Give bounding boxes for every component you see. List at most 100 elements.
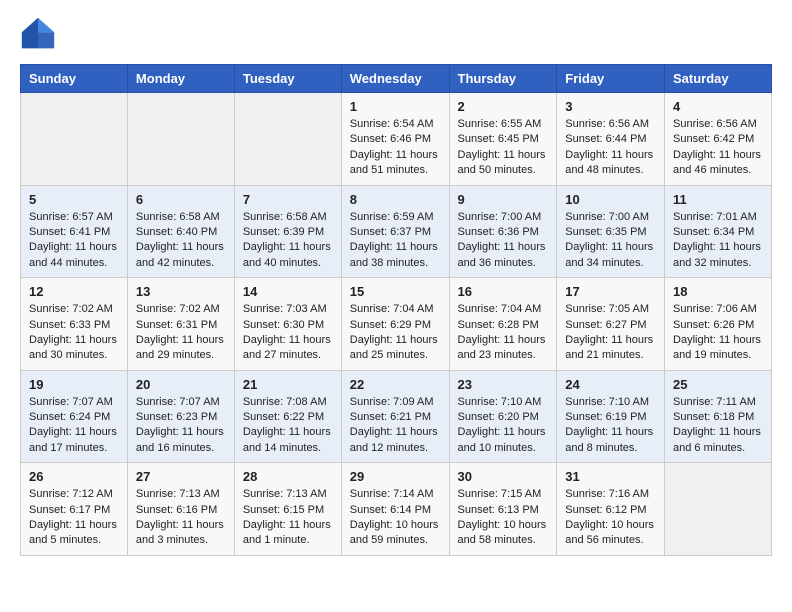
calendar-cell: 15 Sunrise: 7:04 AM Sunset: 6:29 PM Dayli… xyxy=(341,278,449,371)
day-number: 15 xyxy=(350,284,441,299)
calendar-header: Sunday Monday Tuesday Wednesday Thursday… xyxy=(21,65,772,93)
logo xyxy=(20,16,60,52)
calendar-week-row: 26 Sunrise: 7:12 AM Sunset: 6:17 PM Dayli… xyxy=(21,463,772,556)
calendar-cell: 4Sunrise: 6:56 AM Sunset: 6:42 PM Daylig… xyxy=(665,93,772,186)
day-info: Sunrise: 7:07 AM Sunset: 6:24 PM Dayligh… xyxy=(29,395,119,457)
day-number: 4 xyxy=(673,99,763,114)
calendar-cell: 17Sunrise: 7:05 AM Sunset: 6:27 PM Dayli… xyxy=(557,278,665,371)
col-friday: Friday xyxy=(557,65,665,93)
calendar-cell xyxy=(127,93,234,186)
day-number: 30 xyxy=(458,469,549,484)
day-info: Sunrise: 7:14 AM Sunset: 6:14 PM Dayligh… xyxy=(350,487,441,549)
day-info: Sunrise: 6:55 AM Sunset: 6:45 PM Dayligh… xyxy=(458,117,549,179)
day-info: Sunrise: 6:57 AM Sunset: 6:41 PM Dayligh… xyxy=(29,210,119,272)
day-number: 21 xyxy=(243,377,333,392)
calendar-cell: 18Sunrise: 7:06 AM Sunset: 6:26 PM Dayli… xyxy=(665,278,772,371)
page-container: Sunday Monday Tuesday Wednesday Thursday… xyxy=(0,0,792,572)
calendar-cell: 14 Sunrise: 7:03 AM Sunset: 6:30 PM Dayli… xyxy=(234,278,341,371)
day-number: 18 xyxy=(673,284,763,299)
calendar-week-row: 1 Sunrise: 6:54 AM Sunset: 6:46 PM Daylig… xyxy=(21,93,772,186)
day-number: 20 xyxy=(136,377,226,392)
day-number: 5 xyxy=(29,192,119,207)
calendar-cell: 25 Sunrise: 7:11 AM Sunset: 6:18 PM Dayli… xyxy=(665,370,772,463)
day-number: 22 xyxy=(350,377,441,392)
calendar-cell: 10Sunrise: 7:00 AM Sunset: 6:35 PM Dayli… xyxy=(557,185,665,278)
calendar-cell: 31Sunrise: 7:16 AM Sunset: 6:12 PM Dayli… xyxy=(557,463,665,556)
day-number: 29 xyxy=(350,469,441,484)
calendar-cell xyxy=(234,93,341,186)
day-info: Sunrise: 6:58 AM Sunset: 6:40 PM Dayligh… xyxy=(136,210,226,272)
day-info: Sunrise: 7:13 AM Sunset: 6:16 PM Dayligh… xyxy=(136,487,226,549)
day-info: Sunrise: 6:58 AM Sunset: 6:39 PM Dayligh… xyxy=(243,210,333,272)
calendar-cell: 7 Sunrise: 6:58 AM Sunset: 6:39 PM Daylig… xyxy=(234,185,341,278)
calendar-cell: 22 Sunrise: 7:09 AM Sunset: 6:21 PM Dayli… xyxy=(341,370,449,463)
weekday-header-row: Sunday Monday Tuesday Wednesday Thursday… xyxy=(21,65,772,93)
calendar-cell: 16 Sunrise: 7:04 AM Sunset: 6:28 PM Dayli… xyxy=(449,278,557,371)
day-info: Sunrise: 6:59 AM Sunset: 6:37 PM Dayligh… xyxy=(350,210,441,272)
calendar-table: Sunday Monday Tuesday Wednesday Thursday… xyxy=(20,64,772,556)
calendar-week-row: 19 Sunrise: 7:07 AM Sunset: 6:24 PM Dayli… xyxy=(21,370,772,463)
day-number: 2 xyxy=(458,99,549,114)
day-number: 19 xyxy=(29,377,119,392)
day-number: 24 xyxy=(565,377,656,392)
day-number: 12 xyxy=(29,284,119,299)
calendar-cell: 20 Sunrise: 7:07 AM Sunset: 6:23 PM Dayli… xyxy=(127,370,234,463)
day-info: Sunrise: 6:56 AM Sunset: 6:44 PM Dayligh… xyxy=(565,117,656,179)
calendar-cell: 21 Sunrise: 7:08 AM Sunset: 6:22 PM Dayli… xyxy=(234,370,341,463)
calendar-cell: 24 Sunrise: 7:10 AM Sunset: 6:19 PM Dayli… xyxy=(557,370,665,463)
calendar-cell: 12 Sunrise: 7:02 AM Sunset: 6:33 PM Dayli… xyxy=(21,278,128,371)
day-number: 14 xyxy=(243,284,333,299)
day-info: Sunrise: 7:00 AM Sunset: 6:36 PM Dayligh… xyxy=(458,210,549,272)
day-info: Sunrise: 7:00 AM Sunset: 6:35 PM Dayligh… xyxy=(565,210,656,272)
day-number: 3 xyxy=(565,99,656,114)
col-tuesday: Tuesday xyxy=(234,65,341,93)
calendar-cell: 6 Sunrise: 6:58 AM Sunset: 6:40 PM Daylig… xyxy=(127,185,234,278)
day-number: 23 xyxy=(458,377,549,392)
calendar-cell: 19 Sunrise: 7:07 AM Sunset: 6:24 PM Dayli… xyxy=(21,370,128,463)
day-info: Sunrise: 7:02 AM Sunset: 6:33 PM Dayligh… xyxy=(29,302,119,364)
day-info: Sunrise: 6:54 AM Sunset: 6:46 PM Dayligh… xyxy=(350,117,441,179)
day-info: Sunrise: 7:01 AM Sunset: 6:34 PM Dayligh… xyxy=(673,210,763,272)
day-number: 27 xyxy=(136,469,226,484)
day-info: Sunrise: 7:12 AM Sunset: 6:17 PM Dayligh… xyxy=(29,487,119,549)
col-wednesday: Wednesday xyxy=(341,65,449,93)
day-number: 31 xyxy=(565,469,656,484)
day-info: Sunrise: 7:07 AM Sunset: 6:23 PM Dayligh… xyxy=(136,395,226,457)
calendar-cell: 5 Sunrise: 6:57 AM Sunset: 6:41 PM Daylig… xyxy=(21,185,128,278)
calendar-cell: 11 Sunrise: 7:01 AM Sunset: 6:34 PM Dayli… xyxy=(665,185,772,278)
calendar-cell: 30Sunrise: 7:15 AM Sunset: 6:13 PM Dayli… xyxy=(449,463,557,556)
col-sunday: Sunday xyxy=(21,65,128,93)
day-info: Sunrise: 7:08 AM Sunset: 6:22 PM Dayligh… xyxy=(243,395,333,457)
day-number: 7 xyxy=(243,192,333,207)
day-number: 13 xyxy=(136,284,226,299)
day-number: 17 xyxy=(565,284,656,299)
day-number: 25 xyxy=(673,377,763,392)
calendar-cell: 28Sunrise: 7:13 AM Sunset: 6:15 PM Dayli… xyxy=(234,463,341,556)
day-number: 26 xyxy=(29,469,119,484)
calendar-cell: 29 Sunrise: 7:14 AM Sunset: 6:14 PM Dayli… xyxy=(341,463,449,556)
calendar-cell xyxy=(21,93,128,186)
calendar-cell xyxy=(665,463,772,556)
day-info: Sunrise: 7:13 AM Sunset: 6:15 PM Dayligh… xyxy=(243,487,333,549)
calendar-cell: 26 Sunrise: 7:12 AM Sunset: 6:17 PM Dayli… xyxy=(21,463,128,556)
day-number: 16 xyxy=(458,284,549,299)
col-thursday: Thursday xyxy=(449,65,557,93)
day-info: Sunrise: 7:10 AM Sunset: 6:19 PM Dayligh… xyxy=(565,395,656,457)
day-info: Sunrise: 7:04 AM Sunset: 6:28 PM Dayligh… xyxy=(458,302,549,364)
col-monday: Monday xyxy=(127,65,234,93)
day-info: Sunrise: 7:04 AM Sunset: 6:29 PM Dayligh… xyxy=(350,302,441,364)
calendar-cell: 3 Sunrise: 6:56 AM Sunset: 6:44 PM Daylig… xyxy=(557,93,665,186)
day-info: Sunrise: 7:03 AM Sunset: 6:30 PM Dayligh… xyxy=(243,302,333,364)
col-saturday: Saturday xyxy=(665,65,772,93)
day-info: Sunrise: 7:09 AM Sunset: 6:21 PM Dayligh… xyxy=(350,395,441,457)
calendar-week-row: 12 Sunrise: 7:02 AM Sunset: 6:33 PM Dayli… xyxy=(21,278,772,371)
day-info: Sunrise: 7:11 AM Sunset: 6:18 PM Dayligh… xyxy=(673,395,763,457)
header xyxy=(20,16,772,52)
day-number: 1 xyxy=(350,99,441,114)
calendar-cell: 9Sunrise: 7:00 AM Sunset: 6:36 PM Daylig… xyxy=(449,185,557,278)
calendar-cell: 8Sunrise: 6:59 AM Sunset: 6:37 PM Daylig… xyxy=(341,185,449,278)
day-number: 11 xyxy=(673,192,763,207)
calendar-cell: 1 Sunrise: 6:54 AM Sunset: 6:46 PM Daylig… xyxy=(341,93,449,186)
day-info: Sunrise: 7:10 AM Sunset: 6:20 PM Dayligh… xyxy=(458,395,549,457)
day-number: 6 xyxy=(136,192,226,207)
